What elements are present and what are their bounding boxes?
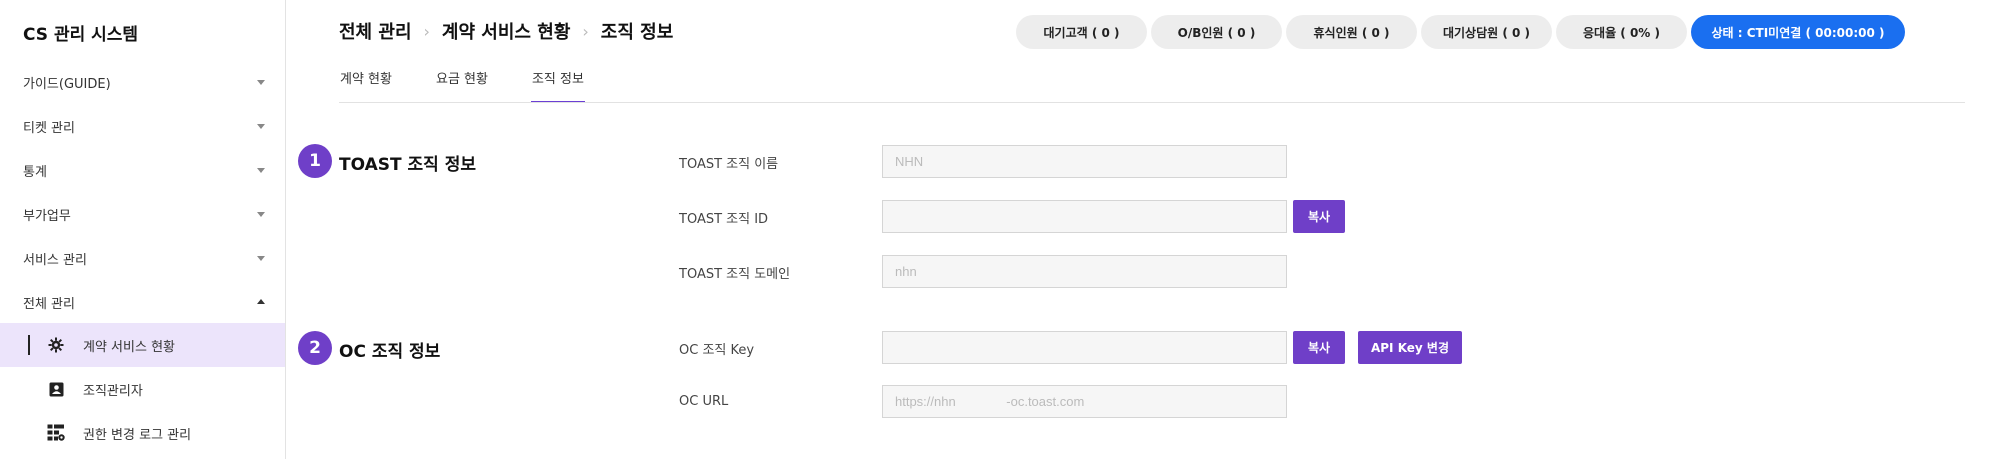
sidebar-item-label: 계약 서비스 현황 [83,339,175,355]
menu-item-label: 부가업무 [23,208,71,224]
waiting-customers-pill: 대기고객 ( 0 ) [1016,15,1147,49]
sidebar: CS 관리 시스템 가이드(GUIDE) 티켓 관리 통계 부가업무 서비스 관… [0,0,286,459]
breadcrumb: 전체 관리 › 계약 서비스 현황 › 조직 정보 [339,18,673,44]
tab-org-info[interactable]: 조직 정보 [530,70,585,103]
field-label: TOAST 조직 ID [679,212,769,227]
response-rate-pill: 응대율 ( 0% ) [1556,15,1687,49]
copy-org-id-button[interactable]: 복사 [1293,200,1345,233]
divider [339,102,1965,103]
page-title: 조직 정보 [600,22,674,43]
change-api-key-button[interactable]: API Key 변경 [1358,331,1462,364]
field-label: OC 조직 Key [679,343,755,358]
tab-contract-status[interactable]: 계약 현황 [339,70,393,103]
chevron-down-icon [257,124,265,129]
menu-item-label: 가이드(GUIDE) [23,76,111,92]
cti-status-bar: 대기고객 ( 0 ) O/B인원 ( 0 ) 휴식인원 ( 0 ) 대기상담원 … [1016,15,1905,49]
sidebar-item-org-admin[interactable]: 조직관리자 [0,367,285,411]
tab-fee-status[interactable]: 요금 현황 [435,70,489,103]
oc-org-key-field[interactable] [882,331,1287,364]
toast-org-domain-field[interactable]: nhn [882,255,1287,288]
section-number-badge: 2 [298,331,332,365]
copy-org-key-button[interactable]: 복사 [1293,331,1345,364]
toast-org-id-field[interactable] [882,200,1287,233]
section-title-toast: TOAST 조직 정보 [339,155,476,175]
chevron-up-icon [257,299,265,304]
menu-item-label: 전체 관리 [23,296,75,312]
menu-item-global-admin[interactable]: 전체 관리 [0,282,285,322]
menu-item-ticket[interactable]: 티켓 관리 [0,106,285,146]
menu-item-label: 티켓 관리 [23,120,75,136]
toast-org-name-field[interactable]: NHN [882,145,1287,178]
tab-bar: 계약 현황 요금 현황 조직 정보 [339,70,627,103]
field-label: OC URL [679,394,729,409]
menu-item-service-admin[interactable]: 서비스 관리 [0,238,285,278]
gear-icon [47,336,65,354]
active-indicator [28,335,30,355]
contact-card-icon [47,380,65,398]
sidebar-item-label: 권한 변경 로그 관리 [83,427,192,443]
chevron-down-icon [257,80,265,85]
waiting-agents-pill: 대기상담원 ( 0 ) [1421,15,1552,49]
chevron-down-icon [257,168,265,173]
chevron-down-icon [257,256,265,261]
ob-agents-pill: O/B인원 ( 0 ) [1151,15,1282,49]
chevron-right-icon: › [423,21,430,41]
menu-item-guide[interactable]: 가이드(GUIDE) [0,62,285,102]
breadcrumb-item[interactable]: 전체 관리 [339,18,412,44]
sidebar-item-contract-service[interactable]: 계약 서비스 현황 [0,323,285,367]
breadcrumb-item[interactable]: 계약 서비스 현황 [442,18,570,44]
cti-status-button[interactable]: 상태 : CTI미연결 ( 00:00:00 ) [1691,15,1905,49]
menu-item-stats[interactable]: 통계 [0,150,285,190]
field-label: TOAST 조직 도메인 [679,267,791,282]
sidebar-item-label: 조직관리자 [83,383,143,399]
chevron-right-icon: › [582,21,589,41]
resting-agents-pill: 휴식인원 ( 0 ) [1286,15,1417,49]
oc-url-field[interactable]: https://nhn -oc.toast.com [882,385,1287,418]
chevron-down-icon [257,212,265,217]
sidebar-item-permission-log[interactable]: 권한 변경 로그 관리 [0,411,285,455]
menu-item-label: 통계 [23,164,47,180]
menu-item-label: 서비스 관리 [23,252,87,268]
field-label: TOAST 조직 이름 [679,157,779,172]
section-number-badge: 1 [298,144,332,178]
log-settings-icon [47,424,65,442]
section-title-oc: OC 조직 정보 [339,342,441,362]
menu-item-extra-work[interactable]: 부가업무 [0,194,285,234]
app-title: CS 관리 시스템 [23,25,139,45]
